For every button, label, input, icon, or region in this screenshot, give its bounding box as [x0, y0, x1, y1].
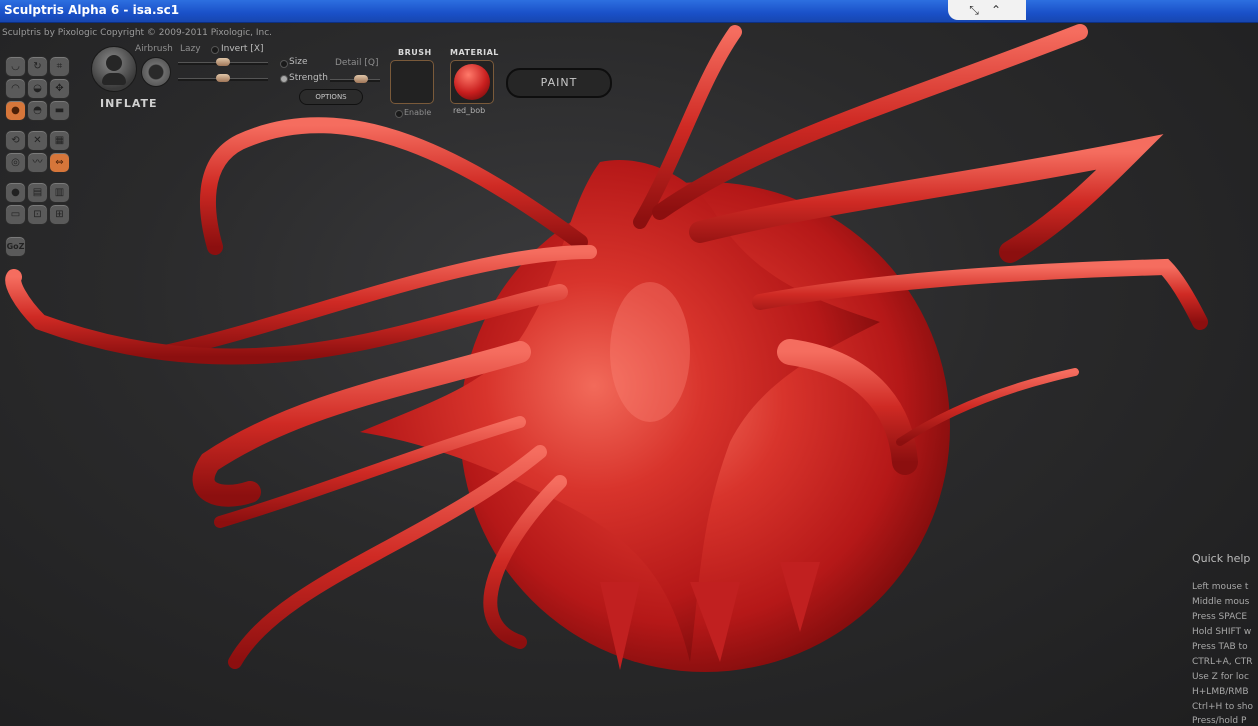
window-title: Sculptris Alpha 6 - isa.sc1	[4, 3, 180, 17]
title-bar: Sculptris Alpha 6 - isa.sc1 ⤡ ⌃	[0, 0, 1258, 23]
copyright-text: Sculptris by Pixologic Copyright © 2009-…	[2, 28, 273, 38]
detail-label[interactable]: Detail [Q]	[335, 58, 378, 68]
paint-button[interactable]: PAINT	[506, 68, 612, 98]
size-label: Size	[289, 57, 308, 67]
quick-help-line: Ctrl+H to sho	[1192, 702, 1253, 712]
size-radio[interactable]	[280, 60, 288, 68]
quick-help-line: Middle mous	[1192, 597, 1250, 607]
quick-help-line: Left mouse t	[1192, 582, 1249, 592]
options-button[interactable]: OPTIONS	[299, 89, 363, 105]
wireframe-icon[interactable]: ✕	[27, 130, 48, 151]
enable-label: Enable	[404, 108, 432, 117]
quick-help-line: Press SPACE	[1192, 612, 1248, 622]
strength-label: Strength	[289, 73, 328, 83]
collapse-icon[interactable]: ⌃	[986, 3, 1006, 17]
rotate-tool-icon[interactable]: ↻	[27, 56, 48, 77]
airbrush-label[interactable]: Airbrush	[135, 44, 173, 54]
material-swatch[interactable]	[450, 60, 494, 104]
tool-name: INFLATE	[100, 97, 158, 110]
pinch-tool-icon[interactable]: ◓	[27, 100, 48, 121]
quick-help-line: Press TAB to	[1192, 642, 1248, 652]
quick-help-line: H+LMB/RMB	[1192, 687, 1249, 697]
brush-texture-slot[interactable]	[390, 60, 434, 104]
grab-tool-icon[interactable]: ✥	[49, 78, 70, 99]
model-highlight	[610, 282, 690, 422]
lazy-label[interactable]: Lazy	[180, 44, 201, 54]
avatar-icon	[106, 55, 122, 71]
avatar-body	[102, 73, 126, 85]
quick-help-title: Quick help	[1192, 552, 1251, 565]
reduce-icon[interactable]: 〰	[27, 152, 48, 173]
inflate-tool-icon[interactable]: ●	[5, 100, 26, 121]
mask-icon[interactable]: ◎	[5, 152, 26, 173]
goz-button[interactable]: GoZ	[5, 236, 26, 257]
quick-help-line: Press/hold P	[1192, 716, 1247, 726]
options-label: OPTIONS	[315, 93, 347, 101]
sphere-icon[interactable]: ●	[5, 182, 26, 203]
crease-tool-icon[interactable]: ◒	[27, 78, 48, 99]
quick-help-line: Use Z for loc	[1192, 672, 1249, 682]
symmetry-icon[interactable]: ⟲	[5, 130, 26, 151]
material-name: red_bob	[453, 106, 486, 115]
crop-tool-icon[interactable]: ⌗	[49, 56, 70, 77]
open-object-icon[interactable]: ▤	[27, 182, 48, 203]
quick-help-line: Hold SHIFT w	[1192, 627, 1252, 637]
strength-radio[interactable]	[280, 75, 288, 83]
detail-slider-handle[interactable]	[354, 75, 368, 83]
size-slider-handle[interactable]	[216, 58, 230, 66]
draw-tool-icon[interactable]: ◡	[5, 56, 26, 77]
invert-radio[interactable]	[211, 46, 219, 54]
import-icon[interactable]: ⊡	[27, 204, 48, 225]
window-controls: ⤡ ⌃	[948, 0, 1026, 20]
sculpt-viewport[interactable]	[0, 22, 1258, 726]
material-title: MATERIAL	[450, 48, 499, 57]
material-sphere-icon	[454, 64, 490, 100]
brush-title: BRUSH	[398, 48, 432, 57]
smooth-tool-icon[interactable]: ◠	[5, 78, 26, 99]
brush-icon[interactable]	[91, 46, 137, 92]
enable-radio[interactable]	[395, 110, 403, 118]
paint-label: PAINT	[540, 76, 578, 89]
strength-slider-handle[interactable]	[216, 74, 230, 82]
grid-icon[interactable]: ▦	[49, 130, 70, 151]
plane-icon[interactable]: ▭	[5, 204, 26, 225]
export-icon[interactable]: ⊞	[49, 204, 70, 225]
mirror-icon[interactable]: ⇔	[49, 152, 70, 173]
restore-icon[interactable]: ⤡	[964, 3, 984, 17]
falloff-icon[interactable]	[141, 57, 171, 87]
flatten-tool-icon[interactable]: ▬	[49, 100, 70, 121]
save-object-icon[interactable]: ▥	[49, 182, 70, 203]
invert-label[interactable]: Invert [X]	[221, 44, 264, 54]
quick-help-line: CTRL+A, CTR	[1192, 657, 1253, 667]
